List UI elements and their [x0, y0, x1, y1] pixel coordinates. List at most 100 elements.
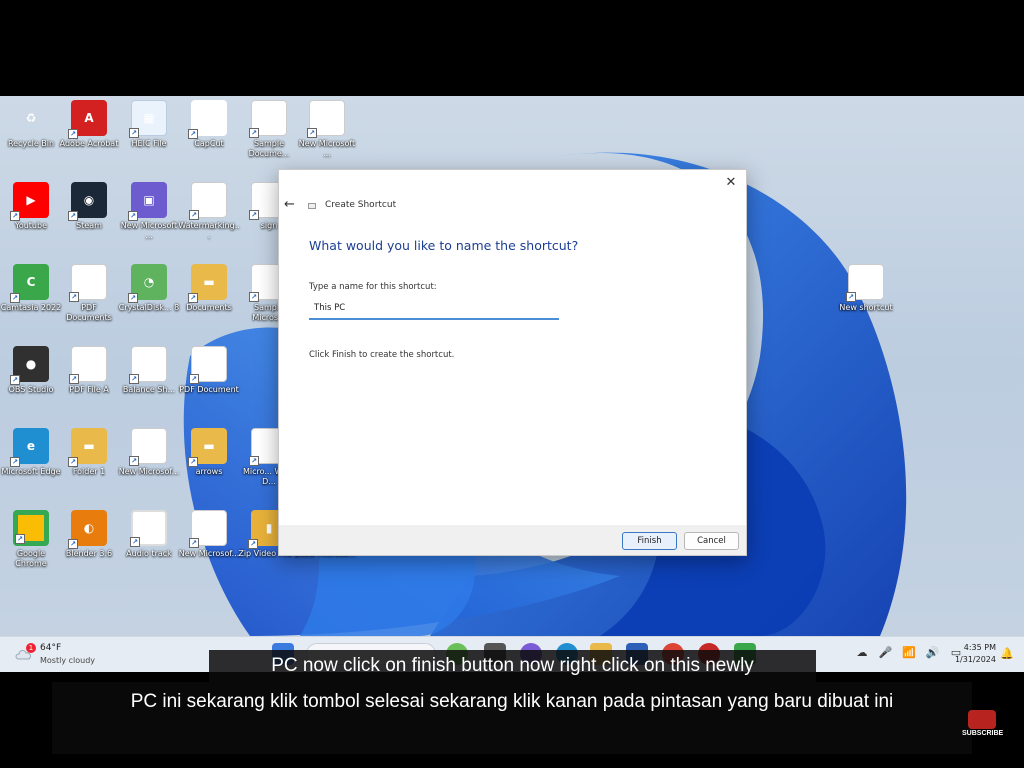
- desktop-icon-label: New shortcut: [839, 303, 893, 312]
- back-arrow-icon[interactable]: ←: [284, 197, 300, 213]
- desktop-icon-label: Sample Docume...: [248, 139, 290, 158]
- folder-1-icon: ▬ ↗: [68, 428, 107, 467]
- desktop-icon-balance-sheet[interactable]: X ↗ Balance Sh...: [118, 346, 180, 395]
- desktop-icon-label: OBS Studio: [8, 385, 54, 394]
- shortcut-arrow-icon: ↗: [249, 456, 259, 466]
- desktop-icon-label: Balance Sh...: [122, 385, 176, 394]
- desktop-icon-label: arrows: [195, 467, 223, 476]
- desktop-icon-label: New Microsoft ...: [120, 221, 178, 240]
- desktop-icon-label: Google Chrome: [15, 549, 47, 568]
- desktop-icon-arrows[interactable]: ▬ ↗ arrows: [178, 428, 240, 477]
- desktop-icon-obs-studio[interactable]: ● ↗ OBS Studio: [0, 346, 62, 395]
- desktop-icon-crystaldisk[interactable]: ◔ ↗ CrystalDisk... 8: [118, 264, 180, 313]
- cloud-icon[interactable]: ☁: [854, 646, 870, 659]
- youtube-icon: ▶ ↗: [10, 182, 49, 221]
- caption-line-1: PC now click on finish button now right …: [209, 650, 816, 682]
- window-icon: [308, 203, 316, 209]
- shortcut-arrow-icon: ↗: [129, 456, 139, 466]
- pdf-file-a-icon: PDF ↗: [69, 346, 107, 384]
- desktop-icon-pdf-documents[interactable]: PDF ↗ PDF Documents: [58, 264, 120, 323]
- desktop-icon-documents[interactable]: ▬ ↗ Documents: [178, 264, 240, 313]
- desktop-icon-label: Folder 1: [72, 467, 106, 476]
- balance-sheet-icon: X ↗: [129, 346, 167, 384]
- microphone-icon[interactable]: 🎤: [878, 646, 894, 659]
- pdf-watermark-icon: PDF ↗: [189, 182, 227, 220]
- clock[interactable]: 4:35 PM 1/31/2024: [955, 642, 996, 666]
- shortcut-arrow-icon: ↗: [846, 292, 856, 302]
- desktop-icon-label: New Microsof...: [178, 549, 240, 558]
- desktop-icon-new-shortcut[interactable]: ↗ New shortcut: [835, 264, 897, 313]
- desktop-icon-chrome[interactable]: ↗ Google Chrome: [0, 510, 62, 569]
- weather-alert-badge: 1: [26, 643, 36, 653]
- desktop-icon-label: Adobe Acrobat: [59, 139, 119, 148]
- wifi-icon[interactable]: 📶: [901, 646, 917, 659]
- desktop-icon-label: New Microsoft ...: [298, 139, 356, 158]
- desktop-icon-sample-docx[interactable]: W ↗ Sample Docume...: [238, 100, 300, 159]
- desktop-icon-new-video[interactable]: ▣ ↗ New Microsoft ...: [118, 182, 180, 241]
- shortcut-arrow-icon: ↗: [188, 457, 198, 467]
- shortcut-arrow-icon: ↗: [10, 293, 20, 303]
- weather-temperature: 64°F: [40, 643, 62, 653]
- shortcut-arrow-icon: ↗: [10, 211, 20, 221]
- desktop-icon-youtube[interactable]: ▶ ↗ Youtube: [0, 182, 62, 231]
- desktop-icon-pdf-file-a[interactable]: PDF ↗ PDF File A: [58, 346, 120, 395]
- finish-button[interactable]: Finish: [622, 532, 677, 550]
- new-docx-icon: W ↗: [129, 428, 167, 466]
- steam-icon: ◉ ↗: [68, 182, 107, 221]
- shortcut-arrow-icon: ↗: [69, 374, 79, 384]
- caption-line-2: PC ini sekarang klik tombol selesai seka…: [52, 682, 972, 754]
- clock-date: 1/31/2024: [954, 655, 996, 664]
- shortcut-arrow-icon: ↗: [128, 211, 138, 221]
- shortcut-arrow-icon: ↗: [189, 210, 199, 220]
- desktop-icon-recycle-bin[interactable]: ♻ Recycle Bin: [0, 100, 62, 149]
- desktop-icon-acrobat[interactable]: A ↗ Adobe Acrobat: [58, 100, 120, 149]
- new-xlsx-icon: X ↗: [189, 510, 227, 548]
- desktop-icon-blender[interactable]: ◐ ↗ Blender 3.6: [58, 510, 120, 559]
- sample-docx-icon: W ↗: [249, 100, 287, 138]
- shortcut-arrow-icon: ↗: [128, 293, 138, 303]
- desktop-icon-label: PDF Document: [179, 385, 239, 394]
- cancel-button[interactable]: Cancel: [684, 532, 739, 550]
- shortcut-arrow-icon: ↗: [248, 539, 258, 549]
- desktop-icon-label: Audio track: [126, 549, 172, 558]
- video-frame: ♻ Recycle Bin A ↗ Adobe Acrobat ▦ ↗ HEIC File ✂ ↗…: [0, 0, 1024, 768]
- recycle-bin-icon: ♻: [25, 111, 37, 125]
- desktop-icon-new-docx[interactable]: W ↗ New Microsof...: [118, 428, 180, 477]
- speaker-icon[interactable]: 🔊: [925, 646, 941, 659]
- shortcut-arrow-icon: ↗: [188, 129, 198, 139]
- desktop-icon-steam[interactable]: ◉ ↗ Steam: [58, 182, 120, 231]
- edge-icon: e ↗: [10, 428, 49, 467]
- weather-widget[interactable]: 1 64°F Mostly cloudy: [12, 641, 122, 669]
- desktop-icon-heic-file[interactable]: ▦ ↗ HEIC File: [118, 100, 180, 149]
- desktop-icon-folder-1[interactable]: ▬ ↗ Folder 1: [58, 428, 120, 477]
- desktop-icon-edge[interactable]: e ↗ Microsoft Edge: [0, 428, 62, 477]
- desktop-icon-pdf-document[interactable]: PDF ↗ PDF Document: [178, 346, 240, 395]
- shortcut-name-input[interactable]: [309, 298, 559, 320]
- desktop-icon-new-pptx[interactable]: P ↗ New Microsoft ...: [296, 100, 358, 159]
- desktop-icon-label: New Microsof...: [118, 467, 180, 476]
- desktop-icon-capcut[interactable]: ✂ ↗ CapCut: [178, 100, 240, 149]
- desktop-icon-label: Blender 3.6: [65, 549, 113, 558]
- shortcut-arrow-icon: ↗: [69, 292, 79, 302]
- desktop-icon-new-xlsx[interactable]: X ↗ New Microsof...: [178, 510, 240, 559]
- shortcut-arrow-icon: ↗: [10, 457, 20, 467]
- new-shortcut-icon: ↗: [846, 264, 884, 302]
- create-shortcut-dialog: ✕ ← Create Shortcut What would you like …: [278, 169, 747, 556]
- acrobat-icon: A ↗: [68, 100, 107, 139]
- pdf-documents-icon: PDF ↗: [69, 264, 107, 302]
- shortcut-arrow-icon: ↗: [129, 374, 139, 384]
- desktop-icon-audio-track[interactable]: ▶ ↗ Audio track: [118, 510, 180, 559]
- clock-time: 4:35 PM: [963, 643, 996, 652]
- desktop-icon-camtasia[interactable]: C ↗ Camtasia 2022: [0, 264, 62, 313]
- camtasia-icon: C ↗: [10, 264, 49, 303]
- audio-track-icon: ▶ ↗: [130, 510, 167, 547]
- shortcut-arrow-icon: ↗: [249, 292, 259, 302]
- desktop-icon-pdf-watermark[interactable]: PDF ↗ Watermarking...: [178, 182, 240, 241]
- notification-bell-icon[interactable]: 🔔: [1000, 647, 1014, 660]
- desktop-icon-label: HEIC File: [131, 139, 167, 148]
- shortcut-arrow-icon: ↗: [68, 457, 78, 467]
- obs-studio-icon: ● ↗: [10, 346, 49, 385]
- close-icon[interactable]: ✕: [722, 174, 740, 192]
- desktop-icon-label: Documents: [186, 303, 232, 312]
- subscribe-watermark[interactable]: SUBSCRIBE: [962, 710, 1003, 740]
